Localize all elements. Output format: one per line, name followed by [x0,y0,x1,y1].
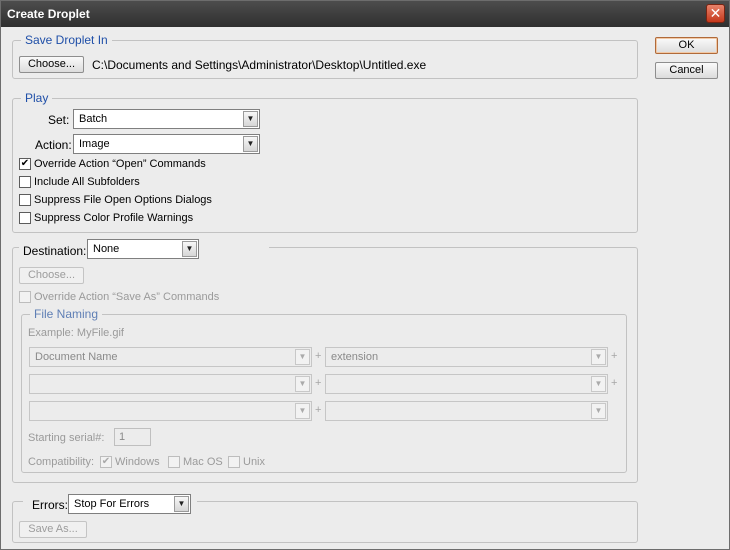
naming-row3-left-dropdown[interactable]: ▼ [29,401,312,421]
override-open-checkbox[interactable]: ✔ [19,158,31,170]
suppress-file-open-label: Suppress File Open Options Dialogs [34,194,212,206]
suppress-file-open-checkbox[interactable] [19,194,31,206]
suppress-color-profile-checkbox[interactable] [19,212,31,224]
set-value: Batch [79,113,108,125]
compatibility-label: Compatibility: [28,456,95,468]
chevron-down-icon: ▼ [295,376,310,392]
destination-dropdown[interactable]: None ▼ [87,239,199,259]
errors-save-as-button[interactable]: Save As... [19,521,87,538]
override-save-as-checkbox[interactable] [19,291,31,303]
plus-sign: + [315,404,322,416]
chevron-down-icon: ▼ [591,376,606,392]
compat-windows-label: Windows [115,456,160,468]
ok-button[interactable]: OK [655,37,718,54]
include-subfolders-checkbox[interactable] [19,176,31,188]
chevron-down-icon: ▼ [174,496,189,512]
plus-sign: + [611,377,618,389]
errors-label: Errors: [32,498,68,512]
action-label: Action: [35,138,72,152]
droplet-path: C:\Documents and Settings\Administrator\… [92,58,427,72]
action-value: Image [79,138,110,150]
destination-value: None [93,243,120,255]
naming-row2-right-dropdown[interactable]: ▼ [325,374,608,394]
include-subfolders-label: Include All Subfolders [34,176,140,188]
plus-sign: + [315,350,322,362]
save-droplet-group: Save Droplet In [12,33,638,79]
plus-sign: + [315,377,322,389]
chevron-down-icon: ▼ [243,111,258,127]
chevron-down-icon: ▼ [295,403,310,419]
naming-row1-right-dropdown[interactable]: extension ▼ [325,347,608,367]
window-title: Create Droplet [7,7,90,21]
checkmark-icon: ✔ [101,456,111,467]
compat-macos-label: Mac OS [183,456,223,468]
close-button[interactable]: ✕ [706,4,725,23]
compat-unix-checkbox[interactable] [228,456,240,468]
chevron-down-icon: ▼ [243,136,258,152]
compat-macos-checkbox[interactable] [168,456,180,468]
override-save-as-label: Override Action “Save As” Commands [34,291,220,303]
close-icon: ✕ [709,5,722,21]
file-naming-legend: File Naming [34,307,99,321]
compat-unix-label: Unix [243,456,266,468]
errors-value: Stop For Errors [74,498,150,510]
set-label: Set: [48,113,70,127]
compat-windows-checkbox[interactable]: ✔ [100,456,112,468]
serial-input[interactable]: 1 [114,428,151,446]
action-dropdown[interactable]: Image ▼ [73,134,260,154]
destination-choose-button[interactable]: Choose... [19,267,84,284]
suppress-color-profile-label: Suppress Color Profile Warnings [34,212,194,224]
title-bar: Create Droplet ✕ [1,1,729,27]
naming-row1-left-value: Document Name [35,351,118,363]
chevron-down-icon: ▼ [591,403,606,419]
chevron-down-icon: ▼ [295,349,310,365]
naming-row3-right-dropdown[interactable]: ▼ [325,401,608,421]
checkmark-icon: ✔ [20,158,30,169]
override-open-label: Override Action “Open” Commands [34,158,206,170]
save-droplet-legend: Save Droplet In [25,33,108,47]
plus-sign: + [611,350,618,362]
naming-example: Example: MyFile.gif [28,327,124,339]
set-dropdown[interactable]: Batch ▼ [73,109,260,129]
create-droplet-dialog: Create Droplet ✕ OK Cancel Save Droplet … [0,0,730,550]
naming-row2-left-dropdown[interactable]: ▼ [29,374,312,394]
chevron-down-icon: ▼ [591,349,606,365]
cancel-button[interactable]: Cancel [655,62,718,79]
destination-label: Destination: [23,244,87,258]
play-legend: Play [25,91,49,105]
naming-row1-right-value: extension [331,351,379,363]
naming-row1-left-dropdown[interactable]: Document Name ▼ [29,347,312,367]
serial-label: Starting serial#: [28,432,105,444]
chevron-down-icon: ▼ [182,241,197,257]
errors-dropdown[interactable]: Stop For Errors ▼ [68,494,191,514]
save-droplet-choose-button[interactable]: Choose... [19,56,84,73]
